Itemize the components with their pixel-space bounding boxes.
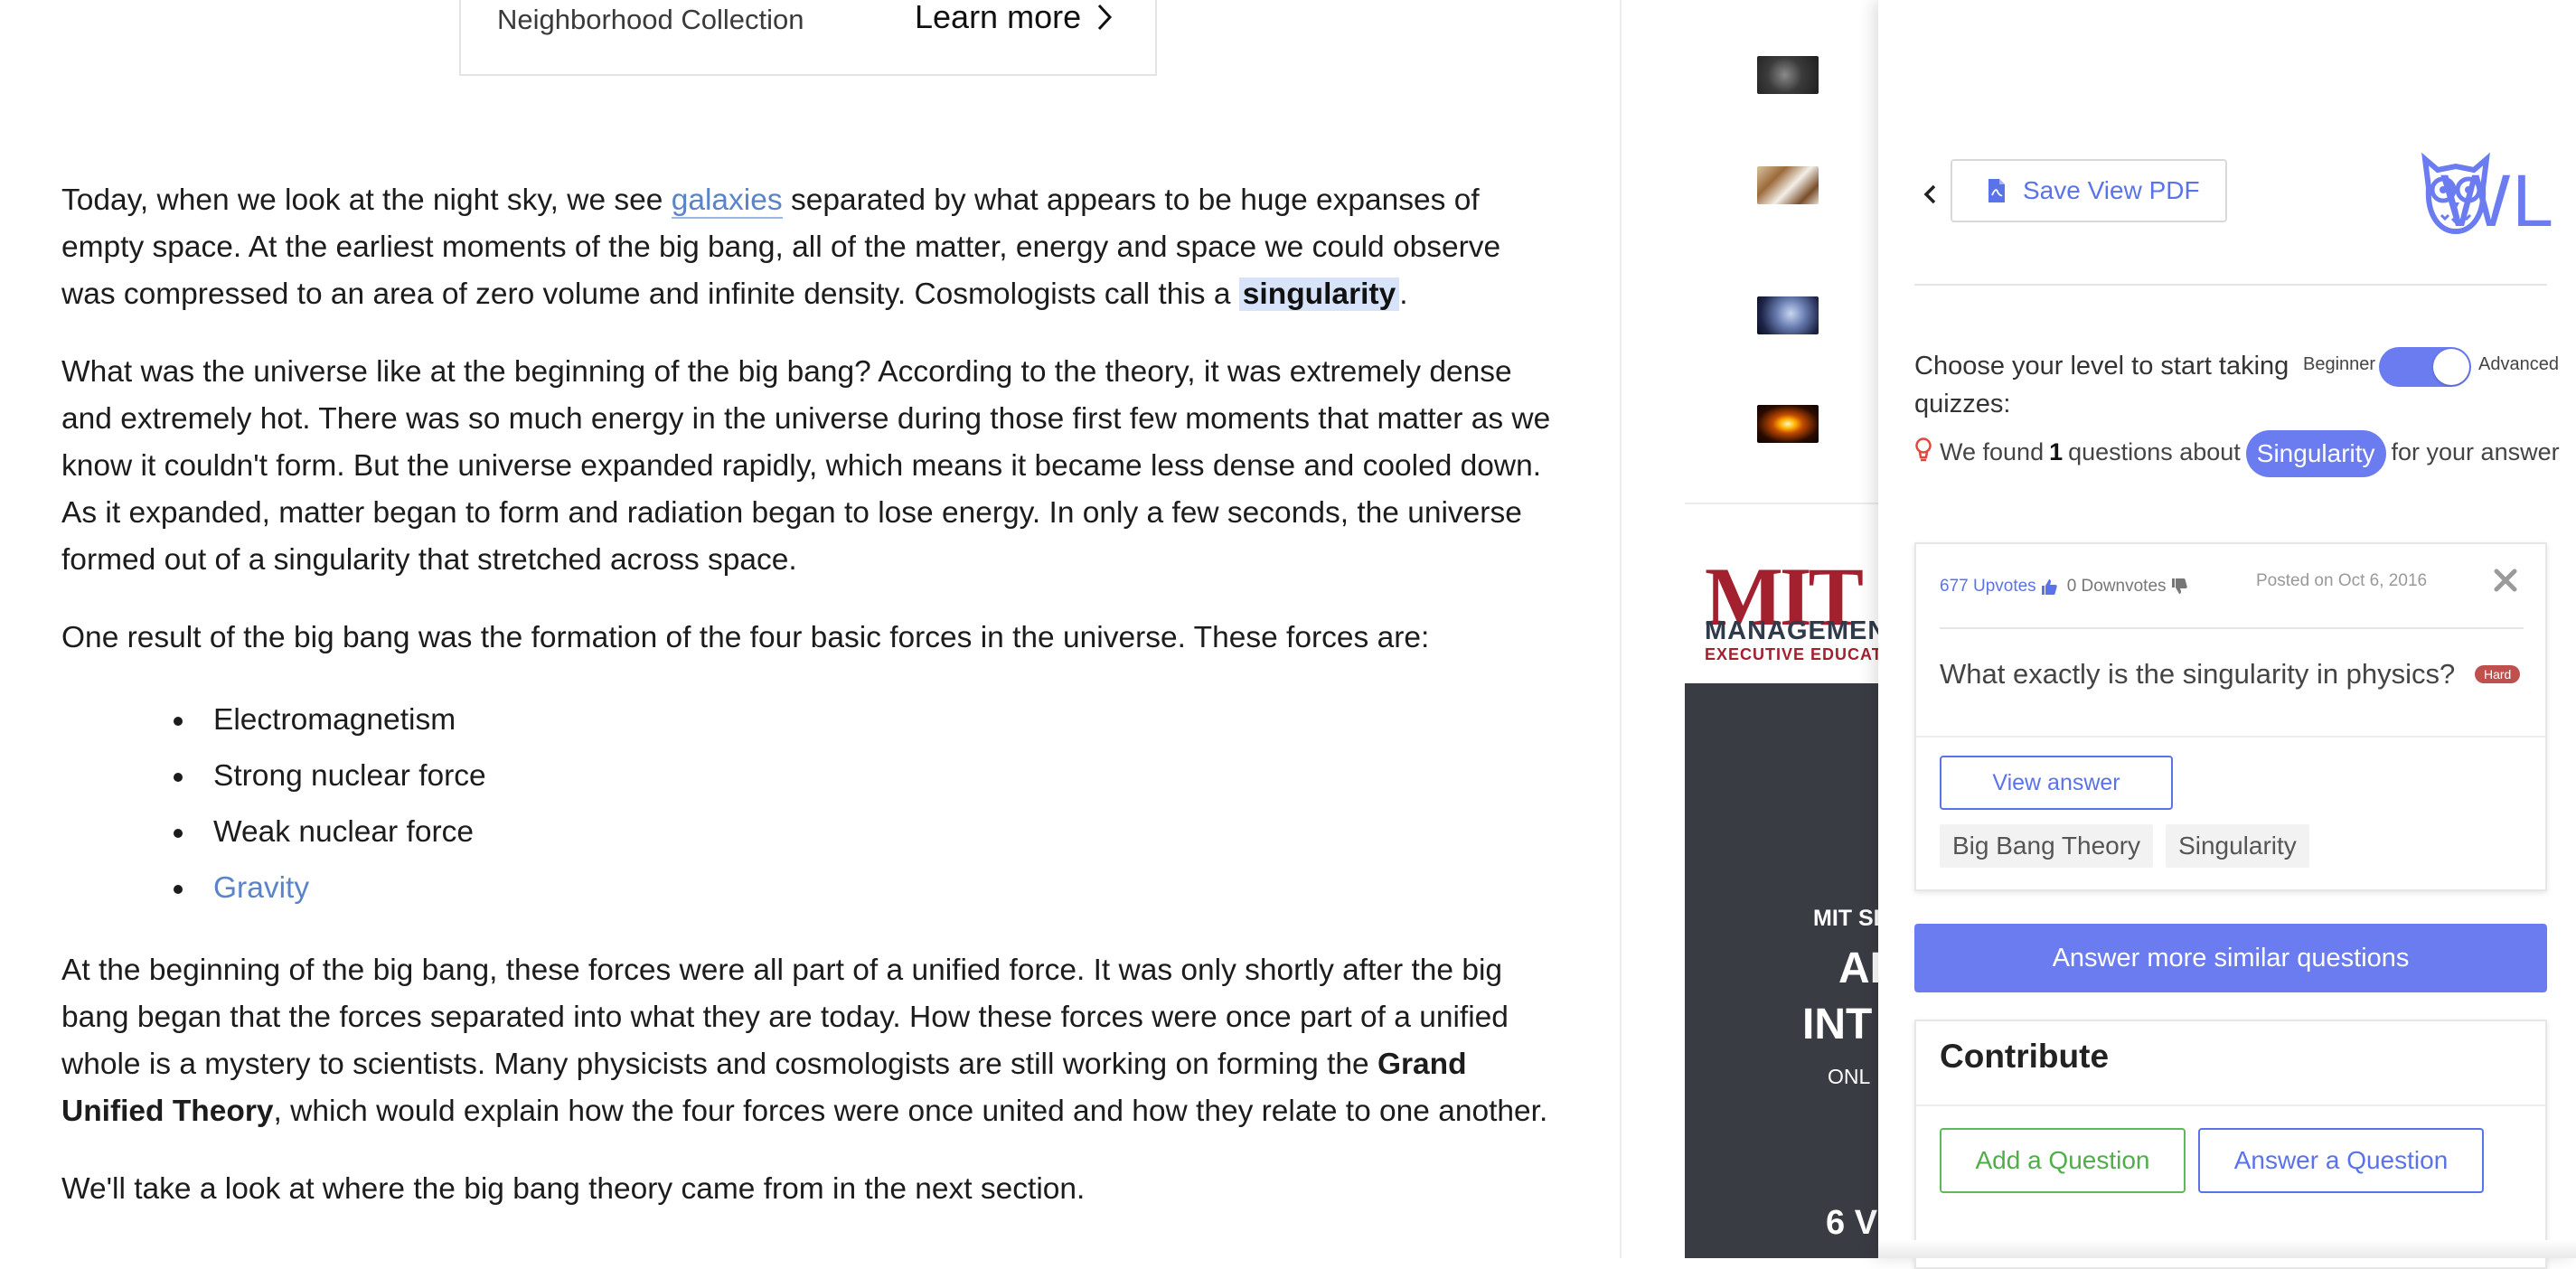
galaxies-link[interactable]: galaxies (671, 183, 783, 219)
save-view-pdf-button[interactable]: Save View PDF (1951, 159, 2227, 222)
questions-found-message: We found 1 questions about Singularity for y… (1914, 430, 2565, 477)
forces-list: Electromagnetism Strong nuclear force We… (61, 692, 1562, 916)
owl-quiz-panel: Save View PDF WL Choose your level to st… (1878, 0, 2576, 1269)
question-tags: Big Bang Theory Singularity (1940, 824, 2309, 868)
tag-chip[interactable]: Singularity (2166, 824, 2309, 868)
divider (1914, 284, 2547, 286)
contribute-title: Contribute (1940, 1038, 2110, 1075)
toggle-knob (2433, 349, 2469, 385)
list-item: Weak nuclear force (174, 804, 1562, 860)
difficulty-badge: Hard (2475, 665, 2521, 683)
answer-more-questions-button[interactable]: Answer more similar questions (1914, 924, 2547, 992)
lightbulb-icon (1915, 437, 1932, 462)
list-item: Strong nuclear force (174, 748, 1562, 804)
article-body: Today, when we look at the night sky, we… (61, 177, 1562, 1244)
article-paragraph: We'll take a look at where the big bang … (61, 1172, 1086, 1206)
level-advanced-label: Advanced (2478, 354, 2559, 374)
level-toggle[interactable] (2379, 347, 2471, 387)
contribute-card: Contribute Add a Question Answer a Quest… (1914, 1020, 2547, 1269)
article-paragraph: Today, when we look at the night sky, we… (61, 183, 1501, 311)
mit-ad-text: INT (1802, 1001, 1873, 1048)
related-thumbnail[interactable] (1757, 296, 1819, 334)
question-card: 677 Upvotes 0 Downvotes Posted on Oct 6,… (1914, 542, 2547, 891)
list-item: Electromagnetism (174, 692, 1562, 748)
divider (1916, 1104, 2545, 1106)
thumbs-up-icon (2041, 579, 2057, 595)
add-question-button[interactable]: Add a Question (1940, 1128, 2186, 1193)
level-beginner-label: Beginner (2303, 354, 2376, 374)
ad-banner[interactable]: Neighborhood Collection Learn more (459, 0, 1157, 76)
related-thumbnail[interactable] (1757, 166, 1819, 204)
question-title[interactable]: What exactly is the singularity in physi… (1940, 658, 2455, 691)
questions-found-count: 1 (2049, 438, 2064, 466)
ad-learn-more-link[interactable]: Learn more (915, 0, 1115, 36)
divider (1916, 736, 2545, 738)
article-paragraph: What was the universe like at the beginn… (61, 355, 1551, 577)
ad-learn-more-label: Learn more (915, 0, 1082, 35)
mit-ad-line: MANAGEMENT (1705, 616, 1905, 645)
mit-ad-text: ONL (1828, 1065, 1871, 1088)
article-paragraph: At the beginning of the big bang, these … (61, 954, 1548, 1128)
upvote-button[interactable]: 677 Upvotes (1940, 577, 2058, 597)
owl-logo-text: WL (2440, 160, 2555, 242)
divider (1940, 627, 2524, 629)
level-prompt: Choose your level to start taking quizze… (1914, 352, 2289, 418)
view-answer-button[interactable]: View answer (1940, 756, 2173, 810)
pdf-file-icon (1988, 179, 2005, 202)
posted-date: Posted on Oct 6, 2016 (2256, 571, 2428, 590)
gravity-link[interactable]: Gravity (174, 860, 1562, 916)
tag-chip[interactable]: Big Bang Theory (1940, 824, 2154, 868)
mit-ad-text: 6 V (1826, 1204, 1878, 1242)
thumbs-down-icon (2171, 578, 2187, 594)
article-paragraph: One result of the big bang was the forma… (61, 621, 1430, 654)
ad-brand-name: Neighborhood Collection (497, 4, 804, 35)
topic-pill[interactable]: Singularity (2245, 430, 2386, 477)
close-icon[interactable] (2491, 566, 2520, 595)
column-divider (1620, 0, 1622, 1258)
chevron-right-icon (1098, 4, 1113, 31)
related-thumbnail[interactable] (1757, 56, 1819, 94)
panel-bottom-edge (1878, 1240, 2576, 1258)
mit-ad-text: AI (1838, 945, 1882, 992)
answer-question-button[interactable]: Answer a Question (2198, 1128, 2484, 1193)
downvote-button[interactable]: 0 Downvotes (2067, 577, 2188, 597)
question-votes: 677 Upvotes 0 Downvotes (1940, 577, 2188, 597)
mit-ad-text: MIT SL (1813, 906, 1887, 931)
related-thumbnail[interactable] (1757, 405, 1819, 443)
save-view-pdf-label: Save View PDF (2023, 176, 2200, 204)
chevron-left-icon[interactable] (1921, 181, 1939, 208)
singularity-highlight[interactable]: singularity (1238, 277, 1400, 311)
